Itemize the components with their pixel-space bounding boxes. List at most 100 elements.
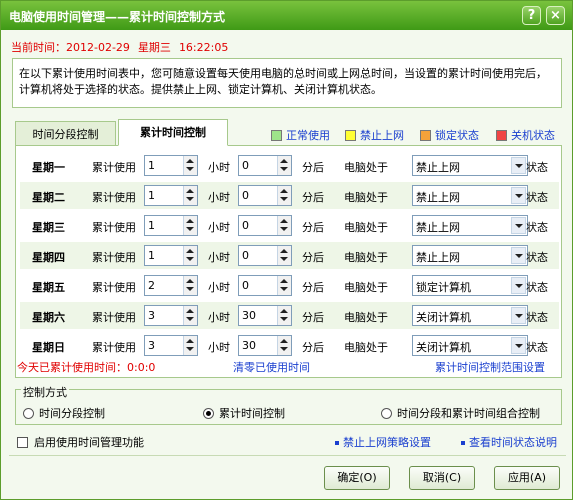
chevron-down-icon[interactable] [511,277,526,294]
stepper-up-icon[interactable] [280,249,288,253]
stepper-down-icon[interactable] [280,257,288,261]
stepper-up-icon[interactable] [186,159,194,163]
minutes-value: 0 [242,189,249,202]
stepper-up-icon[interactable] [186,249,194,253]
hours-stepper[interactable]: 1 [144,185,198,206]
stepper-up-icon[interactable] [280,189,288,193]
stepper-down-icon[interactable] [280,317,288,321]
legend-shutdown: 关机状态 [496,127,555,143]
schedule-row: 星期四 累计使用 1 小时 0 分后 电脑处于 禁止上网 状态 [20,242,559,269]
block-policy-link[interactable]: 禁止上网策略设置 [335,434,431,450]
radio-combined[interactable]: 时间分段和累计时间组合控制 [381,405,540,421]
hours-stepper[interactable]: 3 [144,335,198,356]
state-select[interactable]: 关闭计算机 [412,335,528,356]
legend-label-no-internet: 禁止上网 [360,129,404,142]
state-select[interactable]: 禁止上网 [412,215,528,236]
stepper-down-icon[interactable] [186,287,194,291]
stepper-up-icon[interactable] [186,309,194,313]
ok-button[interactable]: 确定(O) [324,466,390,490]
current-weekday: 星期三 [137,41,171,54]
stepper-down-icon[interactable] [186,347,194,351]
view-status-link[interactable]: 查看时间状态说明 [461,434,557,450]
minutes-stepper[interactable]: 30 [238,335,292,356]
stepper-up-icon[interactable] [280,219,288,223]
stepper-down-icon[interactable] [186,167,194,171]
radio-dot[interactable] [381,407,392,419]
stepper-down-icon[interactable] [280,227,288,231]
minutes-value: 30 [242,339,256,352]
radio-label: 累计时间控制 [219,407,285,420]
chevron-down-icon[interactable] [511,307,526,324]
state-select[interactable]: 锁定计算机 [412,275,528,296]
stepper-down-icon[interactable] [280,287,288,291]
enable-management-checkbox[interactable]: 启用使用时间管理功能 [17,434,144,450]
stepper-up-icon[interactable] [186,339,194,343]
schedule-row: 星期五 累计使用 2 小时 0 分后 电脑处于 锁定计算机 状态 [20,272,559,299]
stepper-down-icon[interactable] [280,167,288,171]
stepper-up-icon[interactable] [186,189,194,193]
question-icon[interactable]: ? [522,6,541,25]
minutes-value: 0 [242,279,249,292]
radio-dot[interactable] [203,407,214,419]
stepper-down-icon[interactable] [186,317,194,321]
stepper-up-icon[interactable] [280,159,288,163]
hours-stepper[interactable]: 1 [144,245,198,266]
chevron-down-icon[interactable] [511,187,526,204]
chevron-down-icon[interactable] [511,247,526,264]
hours-stepper[interactable]: 3 [144,305,198,326]
minutes-stepper[interactable]: 0 [238,185,292,206]
cancel-button[interactable]: 取消(C) [409,466,475,490]
checkbox-box[interactable] [17,436,28,448]
stepper-up-icon[interactable] [186,279,194,283]
range-settings-link[interactable]: 累计时间控制范围设置 [435,359,545,375]
chevron-down-icon[interactable] [511,217,526,234]
minutes-stepper[interactable]: 0 [238,215,292,236]
minutes-stepper[interactable]: 0 [238,275,292,296]
radio-cumulative[interactable]: 累计时间控制 [203,405,285,421]
row-hour-label: 小时 [208,191,230,204]
row-state-label: 电脑处于 [344,221,388,234]
apply-button[interactable]: 应用(A) [494,466,560,490]
hours-stepper[interactable]: 2 [144,275,198,296]
current-time: 16:22:05 [178,41,229,54]
stepper-down-icon[interactable] [186,257,194,261]
radio-time-segment[interactable]: 时间分段控制 [23,405,105,421]
stepper-up-icon[interactable] [280,279,288,283]
tab-time-segment[interactable]: 时间分段控制 [15,121,116,146]
stepper-up-icon[interactable] [280,339,288,343]
stepper-down-icon[interactable] [186,197,194,201]
state-select[interactable]: 禁止上网 [412,155,528,176]
clear-used-time-link[interactable]: 清零已使用时间 [233,359,310,375]
minutes-value: 0 [242,249,249,262]
row-minute-label: 分后 [302,281,324,294]
row-use-label: 累计使用 [92,191,136,204]
minutes-stepper[interactable]: 0 [238,245,292,266]
state-select[interactable]: 关闭计算机 [412,305,528,326]
chevron-down-icon[interactable] [511,337,526,354]
minutes-value: 0 [242,219,249,232]
chevron-down-icon[interactable] [511,157,526,174]
row-day: 星期日 [32,341,65,354]
stepper-up-icon[interactable] [186,219,194,223]
tab-cumulative-time[interactable]: 累计时间控制 [118,119,228,146]
hours-value: 3 [148,309,155,322]
schedule-row: 星期三 累计使用 1 小时 0 分后 电脑处于 禁止上网 状态 [20,212,559,239]
stepper-down-icon[interactable] [186,227,194,231]
hours-stepper[interactable]: 1 [144,215,198,236]
minutes-stepper[interactable]: 30 [238,305,292,326]
stepper-down-icon[interactable] [280,347,288,351]
state-select[interactable]: 禁止上网 [412,185,528,206]
view-status-label: 查看时间状态说明 [469,436,557,449]
stepper-down-icon[interactable] [280,197,288,201]
stepper-up-icon[interactable] [280,309,288,313]
row-status-label: 状态 [526,221,548,234]
bullet-icon [335,441,339,445]
hours-value: 1 [148,189,155,202]
radio-dot[interactable] [23,407,34,419]
state-select[interactable]: 禁止上网 [412,245,528,266]
minutes-stepper[interactable]: 0 [238,155,292,176]
current-date: 2012-02-29 [66,41,130,54]
hours-stepper[interactable]: 1 [144,155,198,176]
row-state-label: 电脑处于 [344,341,388,354]
close-icon[interactable]: × [546,6,565,25]
